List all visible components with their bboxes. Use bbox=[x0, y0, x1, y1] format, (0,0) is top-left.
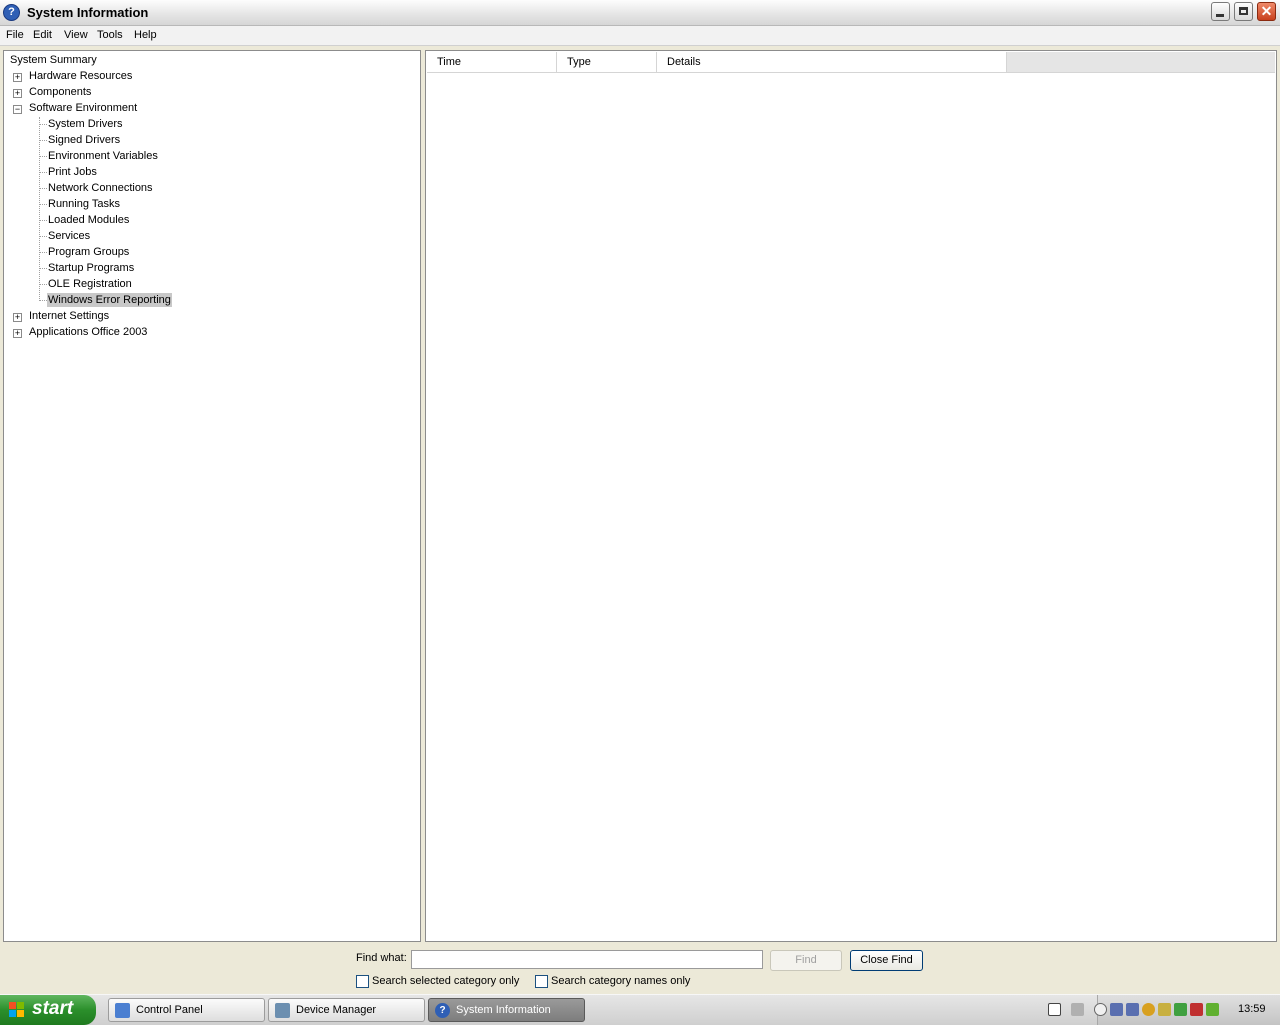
desktop-icon[interactable] bbox=[1071, 1003, 1084, 1016]
expand-plus-icon[interactable]: + bbox=[13, 89, 22, 98]
taskbar: start Control Panel Device Manager ? Sys… bbox=[0, 994, 1280, 1025]
tree-connector bbox=[39, 117, 40, 301]
task-label: System Information bbox=[456, 1004, 551, 1016]
header-filler bbox=[1007, 52, 1275, 72]
find-label: Find what: bbox=[356, 952, 407, 964]
tree-item-software-environment[interactable]: Software Environment bbox=[29, 102, 137, 114]
restore-button[interactable] bbox=[1234, 2, 1253, 21]
tree-item-applications-office-2003[interactable]: Applications Office 2003 bbox=[29, 326, 147, 338]
tree-item-program-groups[interactable]: Program Groups bbox=[48, 246, 129, 258]
search-selected-category-checkbox[interactable] bbox=[356, 975, 369, 988]
tree-item-environment-variables[interactable]: Environment Variables bbox=[48, 150, 158, 162]
tree-connector bbox=[39, 284, 47, 285]
tree-item-services[interactable]: Services bbox=[48, 230, 90, 242]
tree-connector bbox=[39, 172, 47, 173]
column-header-type[interactable]: Type bbox=[557, 52, 657, 72]
tree-item-system-drivers[interactable]: System Drivers bbox=[48, 118, 123, 130]
restore-icon bbox=[1239, 7, 1248, 15]
tree-connector bbox=[39, 156, 47, 157]
expand-plus-icon[interactable]: + bbox=[13, 313, 22, 322]
menu-tools[interactable]: Tools bbox=[97, 29, 123, 41]
network-disconnected-icon[interactable] bbox=[1110, 1003, 1123, 1016]
control-panel-icon bbox=[115, 1003, 130, 1018]
start-button[interactable]: start bbox=[0, 995, 96, 1025]
windows-logo-icon bbox=[9, 1002, 26, 1018]
search-category-names-checkbox[interactable] bbox=[535, 975, 548, 988]
security-icon[interactable] bbox=[1142, 1003, 1155, 1016]
device-manager-icon bbox=[275, 1003, 290, 1018]
bluetooth-icon[interactable] bbox=[1158, 1003, 1171, 1016]
tree-item-running-tasks[interactable]: Running Tasks bbox=[48, 198, 120, 210]
menu-view[interactable]: View bbox=[64, 29, 88, 41]
network-disconnected-icon[interactable] bbox=[1126, 1003, 1139, 1016]
category-tree[interactable]: System Summary + Hardware Resources + Co… bbox=[3, 50, 421, 942]
chevron-left-icon[interactable] bbox=[1094, 1003, 1107, 1016]
tree-item-network-connections[interactable]: Network Connections bbox=[48, 182, 153, 194]
start-label: start bbox=[32, 998, 74, 1019]
details-list[interactable]: Time Type Details bbox=[425, 50, 1277, 942]
tree-item-startup-programs[interactable]: Startup Programs bbox=[48, 262, 134, 274]
column-header-details[interactable]: Details bbox=[657, 52, 1007, 72]
system-information-icon: ? bbox=[435, 1003, 450, 1018]
tree-connector bbox=[39, 140, 47, 141]
close-find-button[interactable]: Close Find bbox=[850, 950, 923, 971]
expand-plus-icon[interactable]: + bbox=[13, 329, 22, 338]
tree-item-ole-registration[interactable]: OLE Registration bbox=[48, 278, 132, 290]
list-header: Time Type Details bbox=[427, 52, 1275, 73]
collapse-minus-icon[interactable]: − bbox=[13, 105, 22, 114]
tree-connector bbox=[39, 188, 47, 189]
tree-item-system-summary[interactable]: System Summary bbox=[10, 54, 97, 66]
close-button[interactable]: ✕ bbox=[1257, 2, 1276, 21]
column-header-time[interactable]: Time bbox=[427, 52, 557, 72]
antivirus-icon[interactable] bbox=[1174, 1003, 1187, 1016]
tree-item-print-jobs[interactable]: Print Jobs bbox=[48, 166, 97, 178]
tree-item-components[interactable]: Components bbox=[29, 86, 91, 98]
taskbar-button-device-manager[interactable]: Device Manager bbox=[268, 998, 425, 1022]
find-input[interactable] bbox=[411, 950, 763, 969]
help-icon[interactable] bbox=[1048, 1003, 1061, 1016]
tree-connector bbox=[39, 300, 47, 301]
tree-connector bbox=[39, 268, 47, 269]
menu-file[interactable]: File bbox=[6, 29, 24, 41]
tree-item-internet-settings[interactable]: Internet Settings bbox=[29, 310, 109, 322]
title-bar: ? System Information ✕ bbox=[0, 0, 1280, 26]
window-title: System Information bbox=[27, 5, 149, 20]
tree-item-windows-error-reporting[interactable]: Windows Error Reporting bbox=[47, 293, 172, 307]
expand-plus-icon[interactable]: + bbox=[13, 73, 22, 82]
clock: 13:59 bbox=[1238, 1003, 1266, 1015]
menu-bar: File Edit View Tools Help bbox=[0, 26, 1280, 46]
tree-connector bbox=[39, 124, 47, 125]
tree-connector bbox=[39, 252, 47, 253]
search-category-names-label: Search category names only bbox=[551, 975, 691, 987]
taskbar-button-system-information[interactable]: ? System Information bbox=[428, 998, 585, 1022]
find-button[interactable]: Find bbox=[770, 950, 842, 971]
battery-icon[interactable] bbox=[1206, 1003, 1219, 1016]
menu-help[interactable]: Help bbox=[134, 29, 157, 41]
tree-connector bbox=[39, 220, 47, 221]
tree-item-signed-drivers[interactable]: Signed Drivers bbox=[48, 134, 120, 146]
taskbar-button-control-panel[interactable]: Control Panel bbox=[108, 998, 265, 1022]
tree-item-loaded-modules[interactable]: Loaded Modules bbox=[48, 214, 129, 226]
menu-edit[interactable]: Edit bbox=[33, 29, 52, 41]
minimize-button[interactable] bbox=[1211, 2, 1230, 21]
task-label: Control Panel bbox=[136, 1004, 203, 1016]
close-icon: ✕ bbox=[1260, 3, 1273, 19]
search-selected-category-label: Search selected category only bbox=[372, 975, 520, 987]
tree-connector bbox=[39, 236, 47, 237]
tree-connector bbox=[39, 204, 47, 205]
tree-item-hardware-resources[interactable]: Hardware Resources bbox=[29, 70, 132, 82]
system-information-icon: ? bbox=[3, 4, 20, 21]
minimize-icon bbox=[1216, 14, 1224, 17]
task-label: Device Manager bbox=[296, 1004, 377, 1016]
checkmark-icon[interactable] bbox=[1190, 1003, 1203, 1016]
